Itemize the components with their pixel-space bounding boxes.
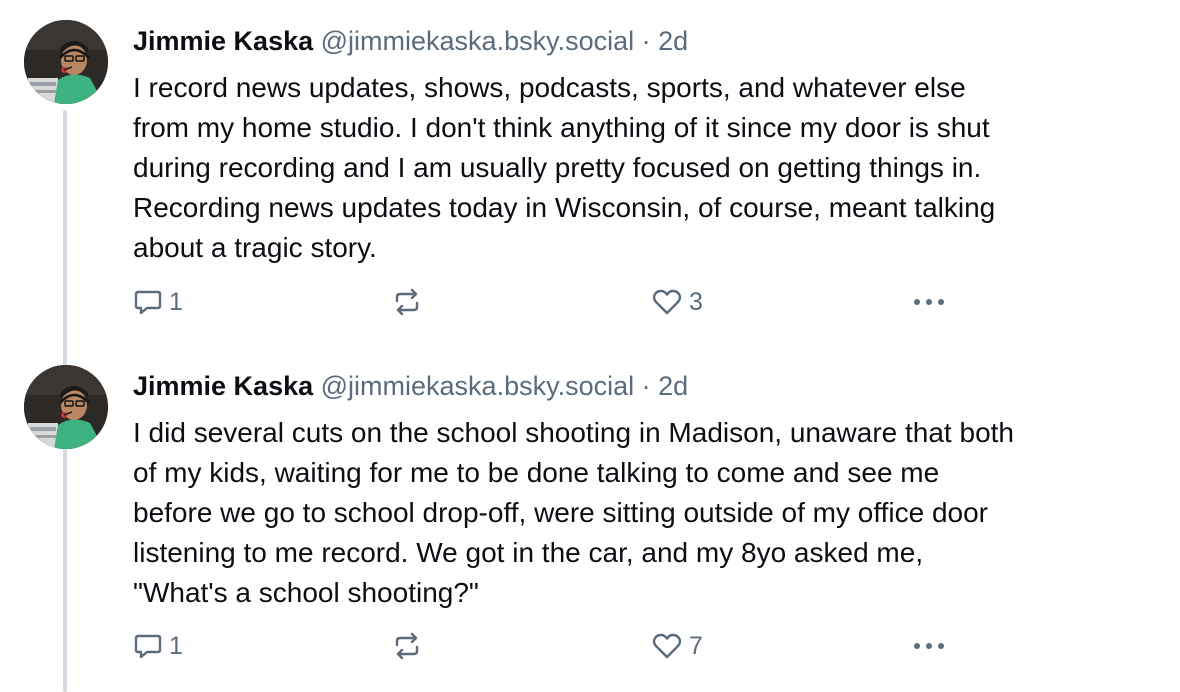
more-dots-icon — [911, 631, 947, 661]
repost-button[interactable] — [391, 626, 423, 666]
like-button[interactable]: 7 — [651, 626, 703, 666]
reply-button[interactable]: 1 — [133, 282, 183, 322]
post-text: I did several cuts on the school shootin… — [133, 417, 1014, 608]
avatar[interactable] — [24, 365, 108, 449]
more-dots-icon — [911, 287, 947, 317]
heart-icon — [651, 287, 683, 317]
avatar[interactable] — [24, 20, 108, 104]
reply-icon — [133, 287, 163, 317]
reply-button[interactable]: 1 — [133, 626, 183, 666]
post-header: Jimmie Kaska @jimmiekaska.bsky.social · … — [133, 24, 688, 58]
author-handle[interactable]: @jimmiekaska.bsky.social — [321, 26, 634, 56]
like-count: 3 — [689, 287, 703, 316]
like-button[interactable]: 3 — [651, 282, 703, 322]
reply-count: 1 — [169, 287, 183, 316]
author-handle[interactable]: @jimmiekaska.bsky.social — [321, 371, 634, 401]
post-header: Jimmie Kaska @jimmiekaska.bsky.social · … — [133, 369, 688, 403]
more-options-button[interactable] — [911, 626, 947, 666]
reply-icon — [133, 631, 163, 661]
post-actions: 1 7 — [133, 626, 973, 666]
heart-icon — [651, 631, 683, 661]
author-name[interactable]: Jimmie Kaska — [133, 26, 313, 56]
repost-icon — [391, 631, 423, 661]
repost-button[interactable] — [391, 282, 423, 322]
post-timestamp[interactable]: 2d — [658, 26, 688, 56]
author-name[interactable]: Jimmie Kaska — [133, 371, 313, 401]
like-count: 7 — [689, 631, 703, 660]
separator-dot: · — [641, 26, 651, 56]
more-options-button[interactable] — [911, 282, 947, 322]
repost-icon — [391, 287, 423, 317]
post-timestamp[interactable]: 2d — [658, 371, 688, 401]
reply-count: 1 — [169, 631, 183, 660]
separator-dot: · — [641, 371, 651, 401]
post-text: I record news updates, shows, podcasts, … — [133, 72, 996, 263]
post-actions: 1 3 — [133, 282, 973, 322]
